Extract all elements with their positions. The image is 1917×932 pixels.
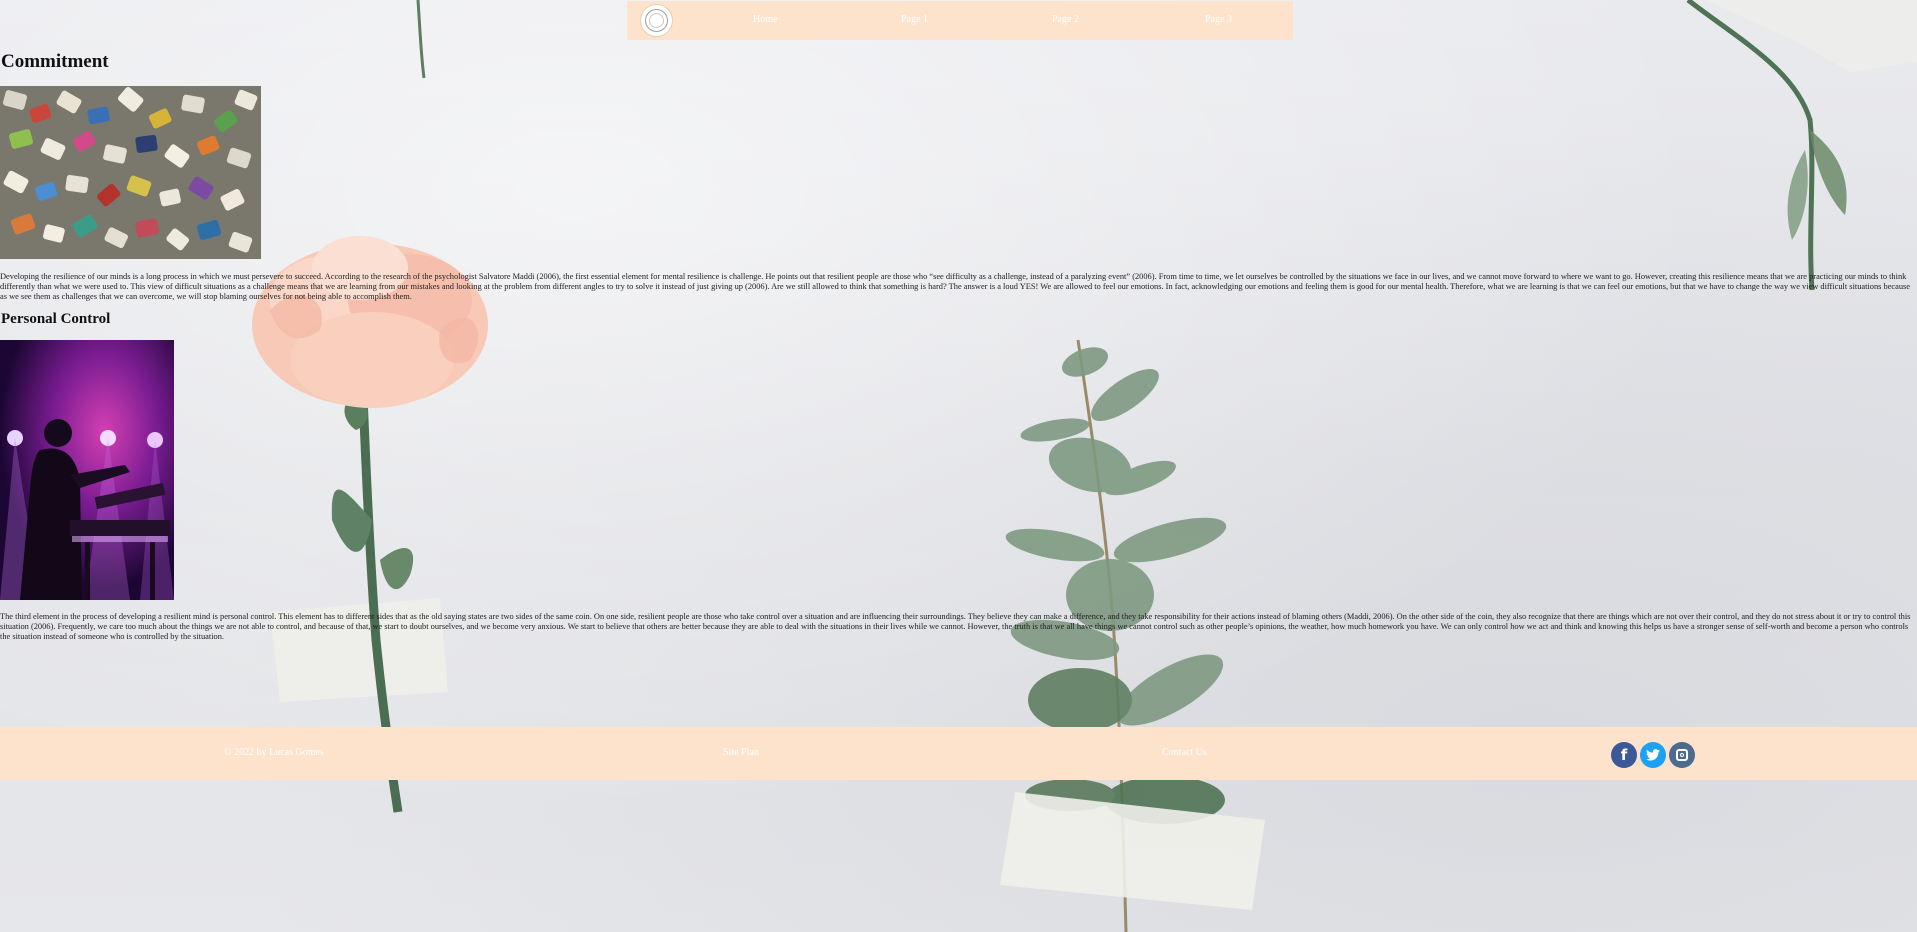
site-logo[interactable]: [641, 5, 672, 36]
section-text-commitment: Developing the resilience of our minds i…: [0, 272, 1911, 301]
section-title-personal-control: Personal Control: [1, 311, 111, 327]
nav-link-home[interactable]: Home: [753, 14, 777, 25]
background-flowers-illustration: [252, 0, 1917, 932]
instagram-icon[interactable]: [1669, 742, 1695, 768]
nav-link-page-1[interactable]: Page 1: [901, 14, 928, 25]
footer-link-site-plan[interactable]: Site Plan: [723, 747, 759, 758]
musician-keyboard-photo: [0, 340, 174, 600]
section-text-personal-control: The third element in the process of deve…: [0, 612, 1911, 641]
site-footer: © 2022 by Lucas Gomes Site Plan Contact …: [0, 727, 1917, 780]
footer-link-contact-us[interactable]: Contact Us: [1162, 747, 1207, 758]
background-wall: [0, 0, 1917, 932]
twitter-icon[interactable]: [1640, 742, 1666, 768]
footer-copyright: © 2022 by Lucas Gomes: [224, 747, 324, 758]
nav-link-page-3[interactable]: Page 3: [1205, 14, 1232, 25]
nav-link-page-2[interactable]: Page 2: [1052, 14, 1079, 25]
twitter-bird-icon: [1646, 749, 1660, 761]
logo-inner-ring: [649, 13, 664, 28]
section-title-commitment: Commitment: [1, 51, 109, 72]
jigsaw-puzzle-photo: [0, 86, 261, 259]
facebook-icon[interactable]: f: [1611, 742, 1637, 768]
camera-glyph: [1676, 749, 1688, 761]
header-nav: Home Page 1 Page 2 Page 3: [627, 1, 1293, 40]
